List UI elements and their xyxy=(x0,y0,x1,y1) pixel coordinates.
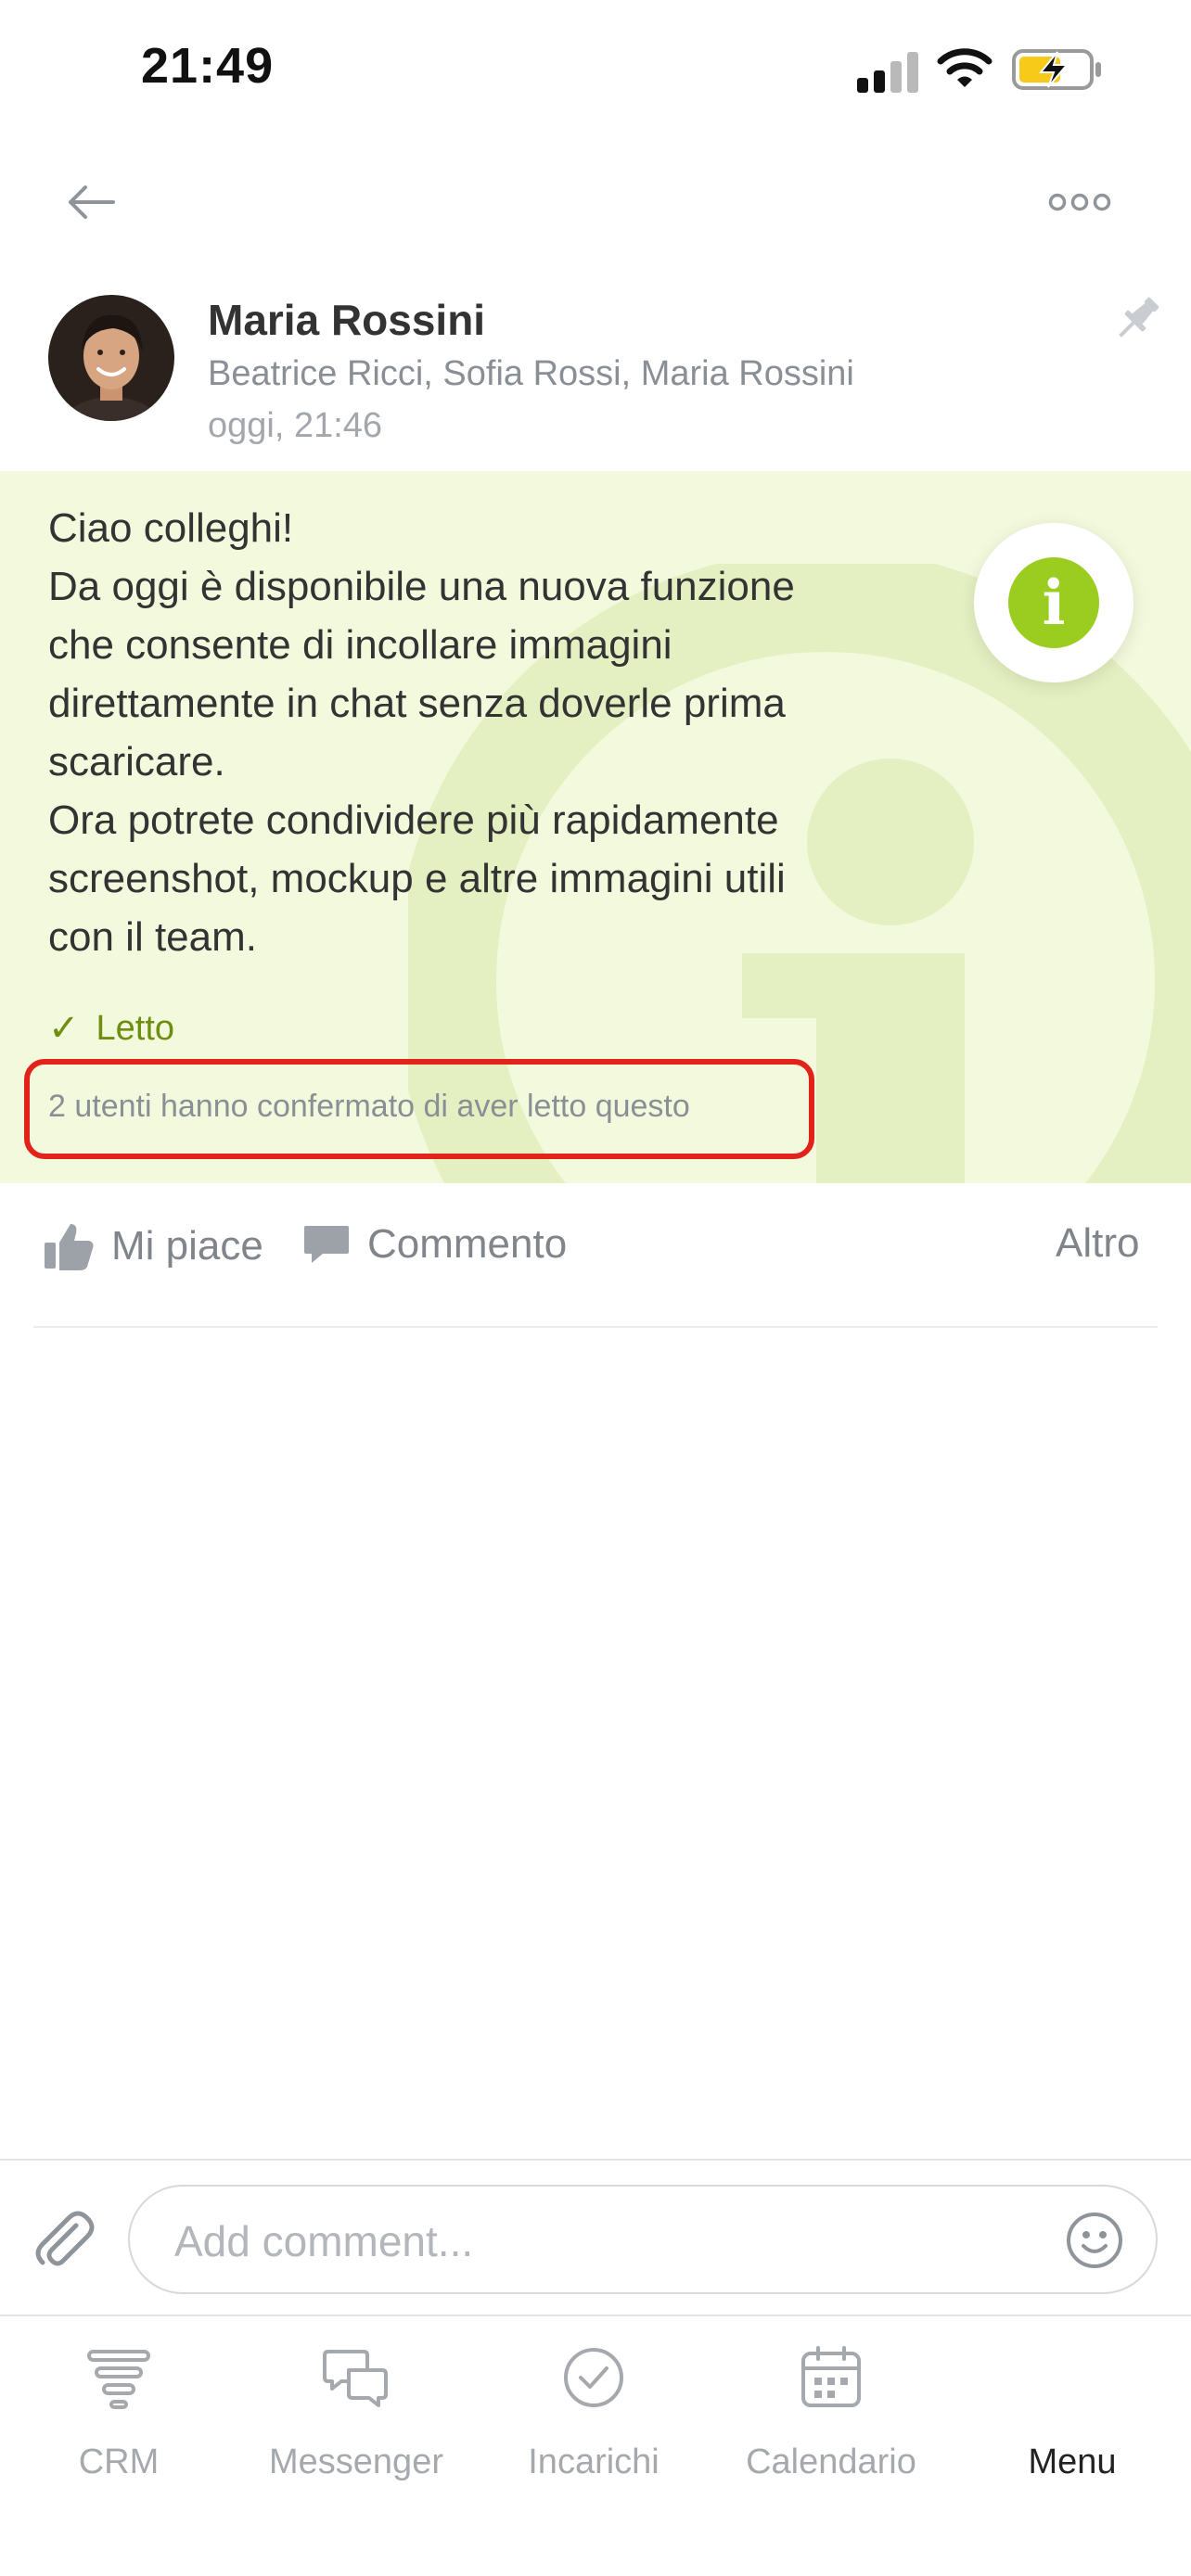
tab-label: Calendario xyxy=(746,2442,916,2481)
author-name[interactable]: Maria Rossini xyxy=(208,295,485,345)
read-status-label: Letto xyxy=(96,1008,175,1048)
app-screen: 21:49 Maria Rossini Beatrice Ricci, Sofi… xyxy=(0,0,1191,2576)
more-actions-button[interactable]: Altro xyxy=(1056,1220,1139,1267)
tab-label: CRM xyxy=(78,2442,160,2481)
divider xyxy=(33,1326,1158,1328)
chat-bubbles-icon xyxy=(323,2350,388,2407)
comment-input[interactable]: Add comment... xyxy=(128,2185,1158,2294)
tab-messenger[interactable]: Messenger xyxy=(237,2318,475,2504)
post-actions: Mi piace Commento Altro xyxy=(0,1183,1191,1328)
back-button[interactable] xyxy=(54,165,128,239)
tab-crm[interactable]: CRM xyxy=(0,2318,237,2504)
more-options-button[interactable] xyxy=(1039,165,1121,239)
pin-icon[interactable] xyxy=(1109,291,1165,347)
post-time: oggi, 21:46 xyxy=(208,406,383,445)
tab-menu[interactable]: Menu xyxy=(954,2318,1191,2504)
emoji-icon[interactable] xyxy=(1065,2211,1124,2270)
tab-bar: CRM Messenger Incarichi Calendario Menu xyxy=(0,2318,1191,2576)
crm-funnel-icon xyxy=(87,2350,150,2409)
tab-incarichi[interactable]: Incarichi xyxy=(475,2318,712,2504)
check-circle-icon xyxy=(564,2348,623,2407)
cellular-signal-icon xyxy=(857,48,920,93)
announcement-card: Ciao colleghi! Da oggi è disponibile una… xyxy=(0,471,1191,1183)
battery-charging-icon xyxy=(1012,49,1101,90)
arrow-left-icon xyxy=(69,185,115,219)
nav-row xyxy=(0,158,1191,260)
speech-bubble-icon xyxy=(304,1226,349,1263)
info-badge: i xyxy=(974,523,1133,682)
like-button[interactable]: Mi piace xyxy=(43,1220,263,1272)
avatar xyxy=(1039,2339,1106,2405)
read-status: ✓ Letto xyxy=(48,1007,174,1050)
comment-placeholder: Add comment... xyxy=(174,2217,474,2265)
post-message: Ciao colleghi! Da oggi è disponibile una… xyxy=(48,505,795,960)
status-bar: 21:49 xyxy=(0,0,1191,139)
tab-label: Messenger xyxy=(269,2442,443,2481)
like-label: Mi piace xyxy=(111,1223,263,1269)
comment-label: Commento xyxy=(367,1221,568,1267)
read-confirmation-link[interactable]: 2 utenti hanno confermato di aver letto … xyxy=(48,1089,690,1125)
tab-label: Menu xyxy=(1028,2442,1117,2481)
thumbs-up-icon xyxy=(45,1224,94,1270)
info-icon: i xyxy=(1008,557,1099,648)
comment-button[interactable]: Commento xyxy=(302,1220,567,1269)
calendar-icon xyxy=(801,2346,861,2407)
tab-label: Incarichi xyxy=(528,2442,660,2481)
wifi-icon xyxy=(937,48,992,87)
status-time: 21:49 xyxy=(141,38,275,94)
checkmark-icon: ✓ xyxy=(48,1008,80,1049)
recipients[interactable]: Beatrice Ricci, Sofia Rossi, Maria Rossi… xyxy=(208,354,854,394)
comment-bar: Add comment... xyxy=(0,2159,1191,2316)
author-avatar[interactable] xyxy=(48,295,174,421)
more-label: Altro xyxy=(1056,1220,1140,1266)
paperclip-icon[interactable] xyxy=(32,2207,96,2272)
tab-calendario[interactable]: Calendario xyxy=(712,2318,950,2504)
more-dots-icon xyxy=(1048,193,1111,211)
